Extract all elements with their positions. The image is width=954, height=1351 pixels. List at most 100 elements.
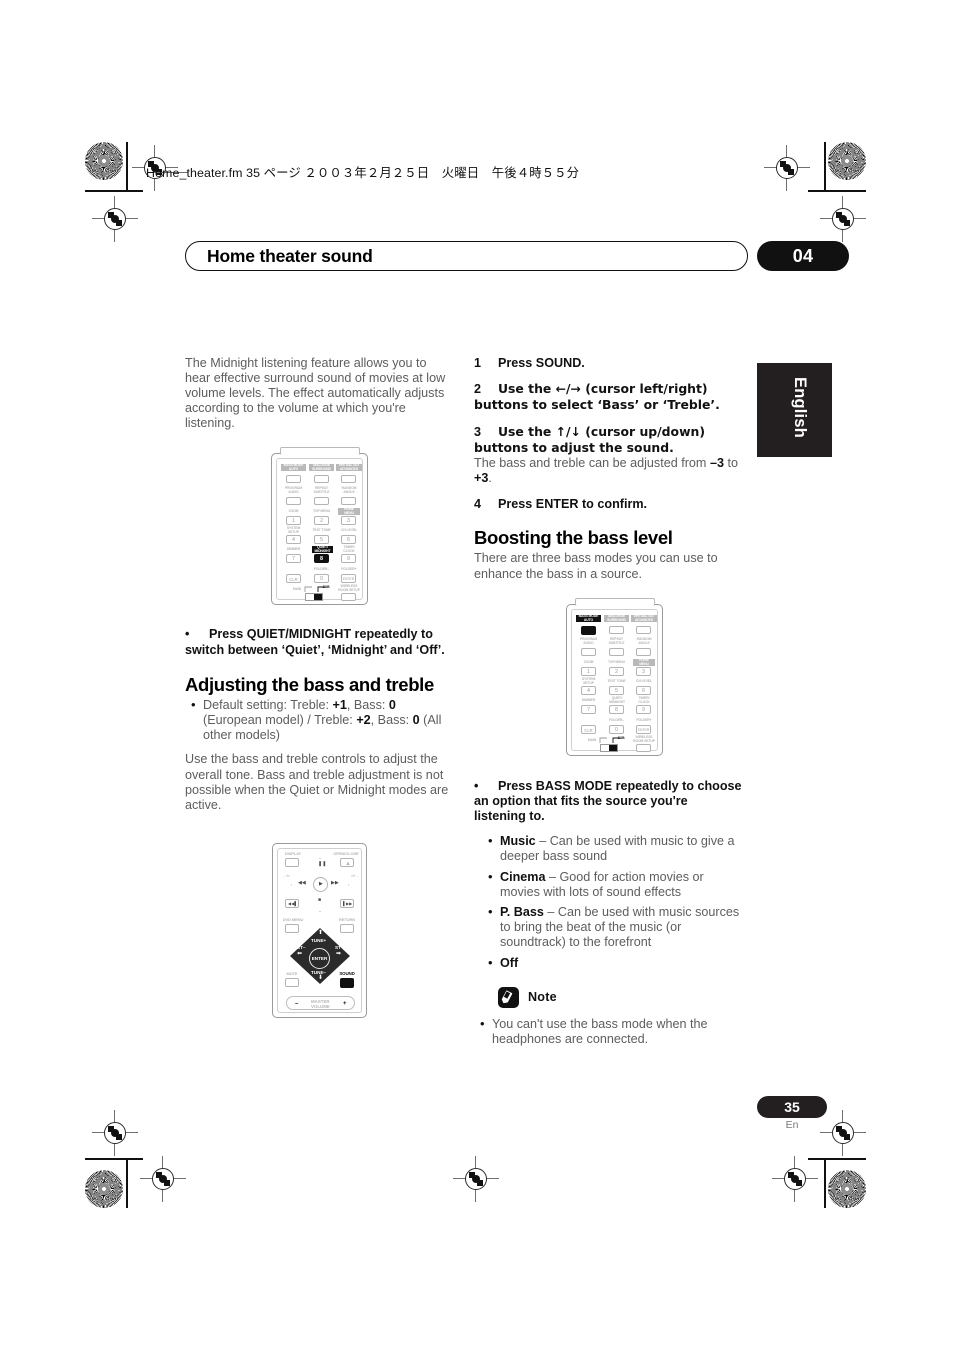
remote-label-test-tone: TEST TONE [312,528,331,532]
step-3-range-note: The bass and treble can be adjusted from… [474,456,742,486]
bass-mode-instruction: • Press BASS MODE repeatedly to choose an… [474,779,742,825]
crop-mark [808,1158,866,1160]
midnight-intro-paragraph: The Midnight listening feature allows yo… [185,356,446,431]
remote-label-dimmer: DIMMER [581,698,596,702]
label-line2: AUDIO [288,489,299,494]
key-number: 9 [347,556,350,562]
remote-key-1: 1 [581,667,596,676]
section-heading-bass-level: Boosting the bass level [474,527,673,549]
label-line2: AUTO [583,617,594,622]
key-number: 0 [320,576,323,582]
remote-label-system-setup: SYSTEM SETUP [581,677,596,685]
remote-label-bass-mode: BASS MODE AUTO [576,614,601,623]
remote-label-quiet-midnight: QUIET/MIDNIGHT [312,545,333,554]
default-setting-item: Default setting: Treble: +1, Bass: 0 (Eu… [191,697,453,744]
step-2-text: Use the ←/→ (cursor left/right) buttons … [474,381,720,413]
label-line2: ADVANCED [634,617,654,622]
registration-mark [820,1110,866,1156]
range-suffix: . [488,471,492,486]
label-line2: ANGLE [638,640,650,645]
chapter-banner: Home theater sound [185,241,748,271]
remote-key-4: 4 [286,535,301,544]
remote-label-timer-clock: TIMER/CLOCK [638,696,650,704]
bass-mode-name: P. Bass [500,905,544,920]
st-plus-label: ST+ [335,945,344,950]
remote-label-zoom: ZOOM [583,660,594,664]
remote-key-enter: ENTER [341,574,356,583]
key-number: 4 [587,688,590,694]
manual-page: Home_theater.fm 35 ページ ２００３年２月２５日 火曜日 午後… [0,0,954,1351]
remote-button-dvd-menu [285,924,299,933]
pause-icon: ❚❚ [318,861,327,867]
eject-icon: ▲ [345,860,351,867]
remote-key-7: 7 [581,705,596,714]
slider-knob [314,594,322,600]
crop-mark [824,1158,826,1208]
default-prefix: Default setting: Treble: [203,697,333,712]
key-number: 3 [347,518,350,524]
default-treble-other: +2 [356,713,371,728]
remote-key-5: 5 [314,535,329,544]
default-bass-sep-2: , Bass: [370,713,413,728]
registration-mark [140,1156,186,1202]
key-number: ENTER [637,728,650,732]
page-number-badge: 35 [757,1096,827,1118]
key-number: 1 [292,518,295,524]
st-minus-label: ST– [297,945,306,950]
remote-label-top-menu: TOP MENU [313,509,330,513]
bass-treble-usage-paragraph: Use the bass and treble controls to adju… [185,752,449,812]
bullet-glyph: • [474,778,479,793]
remote-button-sound-highlighted [340,978,354,988]
master-volume-label-line2: VOLUME [311,1004,330,1009]
print-starburst-target-bottom-right [828,1170,866,1208]
step-4-text: Press ENTER to confirm. [498,497,648,512]
bass-mode-instruction-text: Press BASS MODE repeatedly to choose an … [474,778,742,823]
fast-forward-icon: ▶▶ [331,880,339,886]
cursor-left-icon: ⬅ [297,951,303,957]
range-max: +3 [474,471,489,486]
crop-mark [85,190,143,192]
bass-mode-item-off: Off [488,955,742,971]
remote-label-random-angle: RANDOM ANGLE [631,637,657,645]
remote-label-ch-level: CH LEVEL [636,679,652,683]
source-filename-line: Home_theater.fm 35 ページ ２００３年２月２５日 火曜日 午後… [146,166,580,180]
step-3: 3 Use the ↑/↓ (cursor up/down) buttons to… [474,424,742,456]
enter-label: ENTER [311,956,328,961]
remote-label-open-close: OPEN/CLOSE [333,851,359,856]
remote-label-wireless-room-setup: WIRELESS ROOM SETUP [633,735,655,743]
cursor-down-icon: ⬇ [318,975,324,981]
remote-button-return [340,924,354,933]
remote-label-program-audio: PROGRAM AUDIO [281,486,306,494]
key-number: 0 [615,727,618,733]
bass-mode-desc: – Can be used with music to give a deepe… [500,834,735,864]
label-line2: SUBTITLE [313,489,330,494]
step-4: 4 Press ENTER to confirm. [474,497,742,512]
key-number: 6 [347,537,350,543]
remote-label-bass-mode: BASS MODE AUTO [281,463,306,472]
key-number: 5 [615,688,618,694]
label-line2: SURROUND [607,617,626,622]
remote-key-5: 5 [609,686,624,695]
range-mid: to [723,456,738,471]
bass-mode-item-cinema: Cinema – Good for action movies or movie… [488,869,742,900]
remote-label-folder-minus: FOLDER– [608,718,625,722]
remote-key-0: 0 [314,574,329,583]
remote-key-6: 6 [636,686,651,695]
cursor-right-icon: ➡ [336,951,342,957]
remote-key-0: 0 [609,725,624,734]
remote-label-ch-level: CH LEVEL [341,528,357,532]
remote-label-folder-plus: FOLDER+ [341,567,357,571]
remote-label-dvd-menu: DVD MENU [282,917,304,922]
pencil-note-icon [498,986,519,1008]
step-1-text: Press SOUND. [498,356,585,370]
bass-level-intro: There are three bass modes you can use t… [474,551,718,581]
step-2: 2 Use the ←/→ (cursor left/right) buttons… [474,381,742,413]
key-number: 1 [587,669,590,675]
key-number: 9 [642,707,645,713]
remote-label-folder-minus: FOLDER– [313,567,330,571]
registration-mark [92,196,138,242]
label-line2: SURROUND [312,466,331,471]
slider-knob [609,745,617,751]
print-starburst-target-top-right [828,142,866,180]
registration-mark [92,1110,138,1156]
